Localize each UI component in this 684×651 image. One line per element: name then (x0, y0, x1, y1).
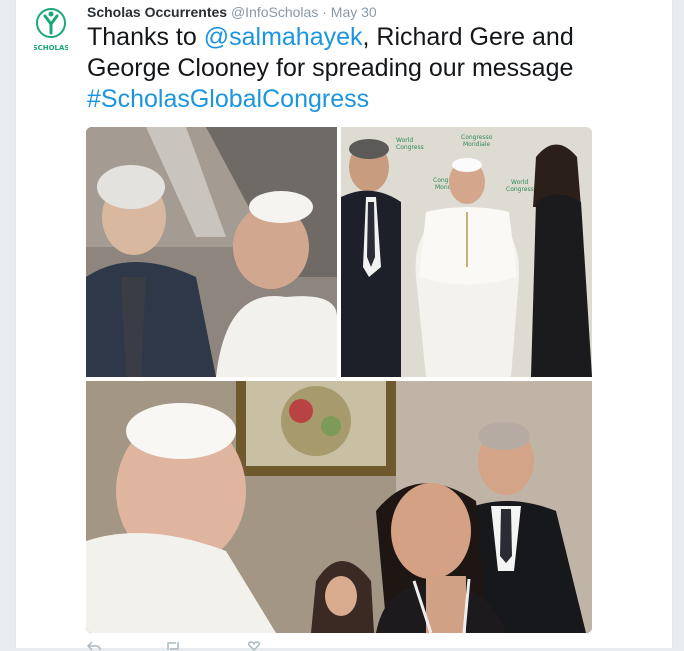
like-icon[interactable] (247, 641, 261, 651)
svg-text:Congress: Congress (396, 144, 424, 151)
svg-text:Congress: Congress (506, 186, 534, 193)
mention-link[interactable]: @salmahayek (204, 23, 363, 51)
scholas-logo-avatar[interactable]: SCHOLAS (34, 6, 68, 54)
photo-gere-pope[interactable] (86, 127, 337, 377)
svg-text:SCHOLAS: SCHOLAS (34, 44, 68, 52)
tweet-media-grid: World Congress Congresso Mondiale World Con… (86, 127, 592, 633)
text-prefix: Thanks to (87, 23, 204, 51)
svg-text:Mondiale: Mondiale (463, 141, 490, 148)
tweet-text: Thanks to @salmahayek, Richard Gere and … (87, 22, 647, 115)
separator-dot: · (322, 4, 327, 20)
tweet-actions (87, 637, 287, 651)
author-name[interactable]: Scholas Occurrentes (87, 4, 227, 20)
tweet-header: Scholas Occurrentes @InfoScholas · May 3… (87, 3, 377, 21)
photo-hayek-pope[interactable] (86, 381, 592, 633)
hashtag-link[interactable]: #ScholasGlobalCongress (87, 85, 369, 113)
author-handle[interactable]: @InfoScholas (231, 4, 318, 20)
svg-text:World: World (511, 179, 528, 186)
svg-text:World: World (396, 137, 413, 144)
reply-icon[interactable] (87, 641, 101, 651)
photo-clooney-pope-amal[interactable]: World Congress Congresso Mondiale World Con… (341, 127, 592, 377)
svg-text:Congresso: Congresso (461, 134, 493, 141)
tweet-timestamp[interactable]: May 30 (331, 4, 377, 20)
retweet-icon[interactable] (165, 641, 181, 651)
